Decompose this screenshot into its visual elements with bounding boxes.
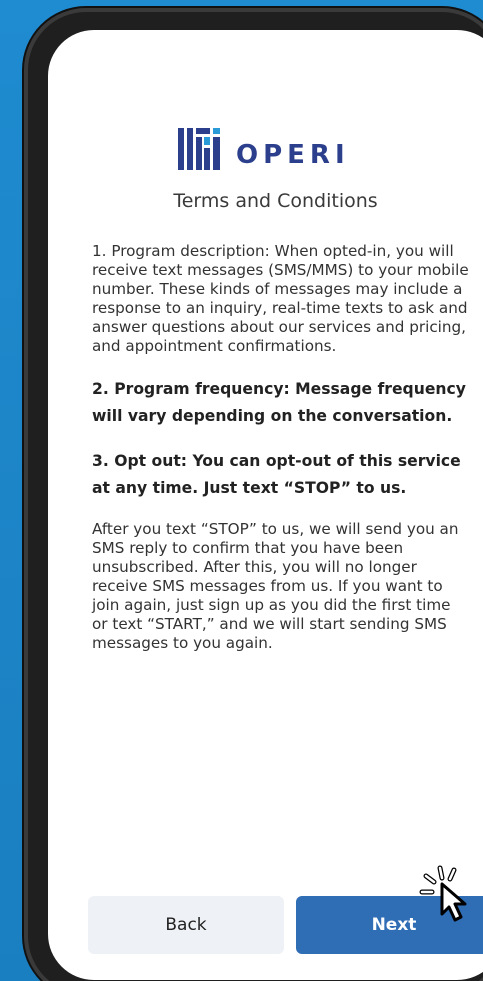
phone-screen: OPERI Terms and Conditions 1. Program de… — [48, 30, 483, 980]
back-button[interactable]: Back — [88, 896, 284, 954]
terms-paragraph-description: 1. Program description: When opted-in, y… — [92, 242, 469, 355]
brand-name: OPERI — [236, 140, 350, 170]
phone-frame: OPERI Terms and Conditions 1. Program de… — [24, 8, 483, 981]
page-title: Terms and Conditions — [173, 190, 378, 212]
brand-logo: OPERI — [178, 128, 350, 170]
click-cursor-icon — [419, 865, 467, 922]
terms-paragraph-opt-out: 3. Opt out: You can opt-out of this serv… — [92, 452, 461, 497]
background: OPERI Terms and Conditions 1. Program de… — [0, 0, 483, 981]
terms-paragraph-frequency: 2. Program frequency: Message frequency … — [92, 380, 466, 425]
operi-logo-icon — [178, 128, 220, 170]
terms-content: 1. Program description: When opted-in, y… — [92, 242, 470, 673]
terms-paragraph-unsubscribe: After you text “STOP” to us, we will sen… — [92, 520, 459, 652]
